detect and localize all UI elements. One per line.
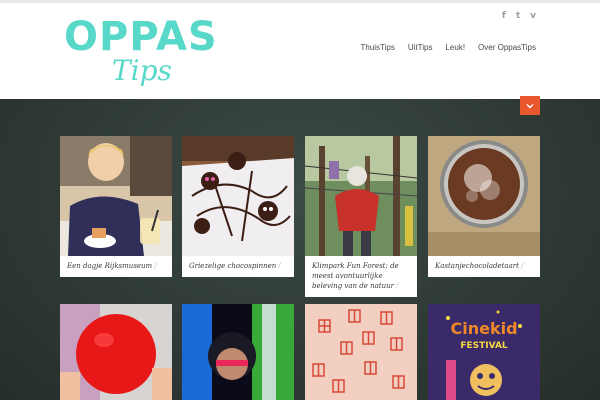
post-card-cinekid[interactable]: Cinekid FESTIVAL (428, 304, 540, 400)
post-caption: Kastanjechocoladetaart / (435, 262, 524, 270)
post-title[interactable]: Een dagje Rijksmuseum (67, 262, 152, 270)
header-toggle-button[interactable] (520, 96, 540, 115)
nav-item-leuk[interactable]: Leuk! (445, 43, 465, 52)
nav-item-thuistips[interactable]: ThuisTips (360, 43, 394, 52)
nav-item-uittips[interactable]: UitTips (408, 43, 433, 52)
post-thumbnail (428, 136, 540, 256)
post-thumbnail (305, 304, 417, 400)
post-thumbnail (182, 136, 294, 256)
post-thumbnail: Cinekid FESTIVAL (428, 304, 540, 400)
post-card-chocospinnen[interactable]: Griezelige chocospinnen / (182, 136, 294, 277)
site-logo[interactable]: OPPAS Tips (60, 13, 217, 93)
post-title[interactable]: Griezelige chocospinnen (189, 262, 276, 270)
post-card-neon-child[interactable] (182, 304, 294, 400)
logo-sub-text: Tips (112, 54, 172, 87)
social-links: f t v (502, 11, 536, 21)
site-header: OPPAS Tips f t v ThuisTips UitTips Leuk!… (0, 3, 600, 99)
post-card-window-drawing[interactable] (305, 304, 417, 400)
post-title[interactable]: Klimpark Fun Forest: de meest avontuurli… (312, 262, 399, 290)
facebook-icon[interactable]: f (502, 11, 506, 21)
post-card-red-balloon[interactable] (60, 304, 172, 400)
post-thumbnail (182, 304, 294, 400)
post-caption: Klimpark Fun Forest: de meest avontuurli… (312, 262, 399, 290)
twitter-icon[interactable]: t (516, 11, 520, 21)
chevron-down-icon (526, 103, 534, 108)
post-thumbnail (60, 304, 172, 400)
cinekid-title: Cinekid (450, 319, 517, 338)
vimeo-icon[interactable]: v (530, 11, 536, 21)
post-caption: Griezelige chocospinnen / (189, 262, 281, 270)
post-caption: Een dagje Rijksmuseum / (67, 262, 157, 270)
post-thumbnail (60, 136, 172, 256)
post-card-rijksmuseum[interactable]: Een dagje Rijksmuseum / (60, 136, 172, 277)
post-title[interactable]: Kastanjechocoladetaart (435, 262, 519, 270)
nav-item-over-oppastips[interactable]: Over OppasTips (478, 43, 536, 52)
logo-main-text: OPPAS (64, 14, 218, 60)
post-card-klimpark[interactable]: Klimpark Fun Forest: de meest avontuurli… (305, 136, 417, 297)
post-card-kastanjechocoladetaart[interactable]: Kastanjechocoladetaart / (428, 136, 540, 277)
main-nav: ThuisTips UitTips Leuk! Over OppasTips (360, 43, 536, 52)
cinekid-festival-label: FESTIVAL (460, 341, 508, 351)
post-thumbnail (305, 136, 417, 256)
